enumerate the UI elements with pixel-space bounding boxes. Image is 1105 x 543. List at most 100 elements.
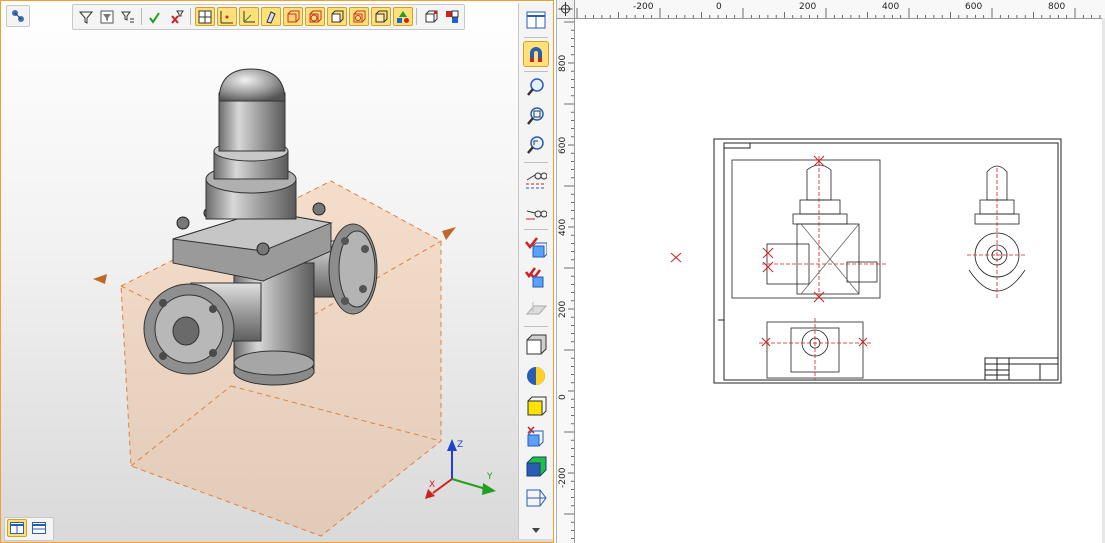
handle-right-arrow [442,227,456,240]
edge-button[interactable] [261,7,281,26]
axis-button[interactable] [239,7,259,26]
transparent-plane-icon [525,302,547,315]
check-filter-icon [149,11,160,24]
ruler-left-label: 200 [558,300,568,318]
layout-toggle-group [4,517,54,541]
zoom-button[interactable] [523,74,549,100]
double-check-cube-icon [525,267,544,288]
3d-viewport[interactable]: Z Y X [0,0,554,543]
shapes-icon [397,10,409,23]
ruler-left-label: 400 [558,218,568,236]
filter-list-button[interactable] [118,7,138,26]
double-check-cube-button[interactable] [523,264,549,290]
solid-icon [331,10,344,22]
check-cube-icon [525,237,547,258]
zoom-icon [527,78,544,96]
projection-icon [526,489,547,507]
ruler-top-label: 600 [965,2,983,12]
face-icon [287,10,300,22]
layout-single-icon [32,522,46,534]
view-tools-toolbar [518,3,553,539]
top-view-markers [761,337,868,347]
ruler-top-label: 400 [882,2,900,12]
check-cube-button[interactable] [523,234,549,260]
top-view [759,318,871,380]
handle-left-arrow [93,274,107,284]
point-snap-icon [220,10,233,23]
filter-sheet-icon [100,10,114,23]
section-view [731,156,887,300]
shell-icon [375,10,388,22]
check-filter-button[interactable] [146,7,166,26]
filter-button[interactable] [76,7,96,26]
view-glasses-button[interactable] [523,166,549,192]
yellow-face-button[interactable] [523,393,549,419]
solid-button[interactable] [327,7,347,26]
section-markers [762,155,825,303]
side-view [967,165,1027,300]
2d-drawing-view[interactable]: -200 0 200 400 600 800 800 600 400 200 0… [556,0,1105,543]
ruler-left: 800 600 400 200 0 -200 [557,18,575,543]
3d-model-scene[interactable]: Z Y X [1,1,553,542]
drawing-sheet [713,138,1062,384]
magnet-icon [530,47,542,62]
magnet-button[interactable] [523,41,549,67]
ruler-left-label: 600 [558,136,568,154]
sphere-shading-button[interactable] [523,363,549,389]
zoom-fit-button[interactable] [523,132,549,158]
workplane-icon [198,10,212,23]
body-button[interactable] [305,7,325,26]
zoom-fit-icon [527,136,544,154]
workplane-button[interactable] [195,7,215,26]
axis-label-z: Z [457,440,463,450]
ruler-left-label: -200 [558,467,568,488]
surface-button[interactable] [349,7,369,26]
layout-split-button[interactable] [7,519,27,537]
ruler-top-label: 0 [716,2,722,12]
filter-sheet-button[interactable] [97,7,117,26]
green-cube-button[interactable] [523,453,549,479]
point-snap-button[interactable] [217,7,237,26]
section-cube-button[interactable] [523,424,549,450]
view-glasses-alt-icon [526,210,547,220]
view-glasses-icon [526,172,547,189]
face-button[interactable] [283,7,303,26]
view-cube-button[interactable] [421,7,441,26]
axis-icon [243,10,255,22]
wireframe-cube-button[interactable] [523,332,549,358]
layout-single-button[interactable] [29,519,49,537]
cross-filter-button[interactable] [167,7,187,26]
yellow-face-icon [527,396,547,416]
layout-split-icon [10,522,24,534]
sphere-shading-icon [527,367,545,385]
section-cube-icon [527,426,544,447]
filter-icon [79,11,93,24]
view-glasses-alt-button[interactable] [523,199,549,225]
view-cube-icon [425,10,438,22]
toolbar-scroll-down-icon[interactable] [532,528,540,533]
ruler-left-label: 0 [558,394,568,400]
shell-button[interactable] [371,7,391,26]
ruler-left-label: 800 [558,54,568,72]
crosshair-icon [558,2,573,16]
assembly-colors-button[interactable] [442,7,462,26]
drawing-canvas [670,138,1062,384]
projection-button[interactable] [523,484,549,510]
edge-icon [266,10,276,24]
cap [218,68,286,152]
ruler-top-label: 800 [1048,2,1066,12]
tree-view-button[interactable] [6,5,30,27]
body-icon [309,10,322,22]
zoom-window-button[interactable] [523,103,549,129]
surface-icon [353,10,366,22]
window-icon [526,11,546,29]
shapes-button[interactable] [393,7,413,26]
zoom-window-icon [527,107,544,125]
ruler-origin-button[interactable] [557,0,575,19]
axis-label-y: Y [486,472,493,482]
window-button[interactable] [523,7,549,33]
assembly-colors-icon [446,10,459,23]
tree-view-icon [12,10,24,22]
bonnet [205,140,297,220]
transparent-plane-button[interactable] [523,296,549,322]
